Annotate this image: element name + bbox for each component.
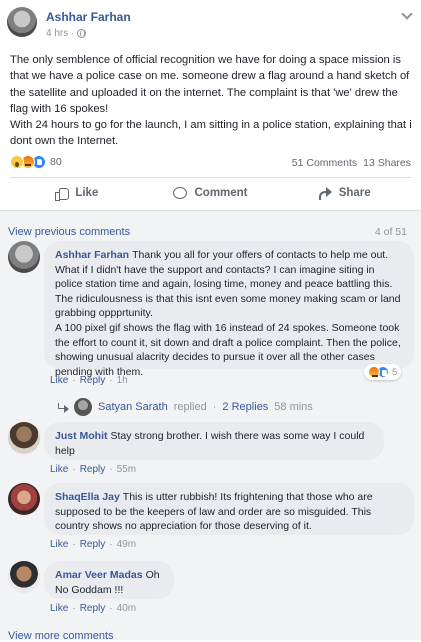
comments-count-link[interactable]: 51 Comments: [292, 157, 357, 169]
comment-bubble: Amar Veer Madas Oh No Goddam !!!: [44, 561, 174, 599]
reply-count-link[interactable]: 2 Replies: [222, 401, 268, 413]
post-action-bar: Like Comment Share: [10, 177, 411, 207]
reply-separator: ·: [212, 401, 217, 413]
shares-count-link[interactable]: 13 Shares: [363, 157, 411, 169]
comment-icon: [173, 186, 188, 199]
comment-counter: 4 of 51: [374, 226, 407, 238]
post-card: Ashhar Farhan 4 hrs · The only semblence…: [0, 0, 421, 205]
chevron-down-icon[interactable]: [401, 8, 413, 20]
post-timestamp[interactable]: 4 hrs ·: [46, 28, 74, 39]
comment-actions: Like · Reply · 55m: [50, 464, 137, 475]
comment-reply-link[interactable]: Reply: [80, 464, 106, 475]
avatar[interactable]: [8, 561, 40, 593]
comment-author-name[interactable]: Amar Veer Madas: [55, 569, 143, 581]
reply-timestamp: 58 mins: [274, 401, 313, 413]
comment-timestamp[interactable]: 49m: [117, 539, 136, 550]
comment-reaction-count: 5: [392, 366, 398, 378]
comment-timestamp[interactable]: 1h: [117, 375, 128, 386]
avatar[interactable]: [8, 483, 40, 515]
reply-replied-text: replied: [173, 401, 207, 413]
post-body-text: The only semblence of official recogniti…: [10, 54, 412, 148]
comment-timestamp[interactable]: 40m: [117, 603, 136, 614]
post-author-name[interactable]: Ashhar Farhan: [46, 10, 131, 24]
comment-actions: Like · Reply · 1h: [50, 375, 128, 386]
comment-actions: Like · Reply · 40m: [50, 603, 137, 614]
comment-author-name[interactable]: Ashhar Farhan: [55, 249, 129, 261]
comment-reply-link[interactable]: Reply: [80, 603, 106, 614]
share-button-label: Share: [338, 186, 371, 199]
comment-bubble: Just Mohit Stay strong brother. I wish th…: [44, 422, 384, 460]
comment-like-link[interactable]: Like: [50, 603, 68, 614]
comment-reactions[interactable]: 5: [364, 364, 402, 380]
comment-bubble: Ashhar Farhan Thank you all for your offe…: [44, 241, 414, 378]
wow-reaction-icon: [10, 155, 24, 169]
comment-reply-link[interactable]: Reply: [80, 375, 106, 386]
comment-like-link[interactable]: Like: [50, 464, 68, 475]
comment-like-link[interactable]: Like: [50, 375, 68, 386]
reaction-count: 80: [50, 156, 62, 168]
view-previous-comments-link[interactable]: View previous comments: [8, 226, 130, 238]
angry-reaction-icon: [368, 366, 380, 378]
comment-reply-link[interactable]: Reply: [80, 539, 106, 550]
comment-like-link[interactable]: Like: [50, 539, 68, 550]
like-icon: [55, 187, 70, 201]
view-more-comments-link[interactable]: View more comments: [8, 630, 114, 642]
comments-section: View previous comments 4 of 51 Ashhar Fa…: [0, 210, 421, 642]
avatar: [74, 398, 92, 416]
avatar[interactable]: [8, 241, 40, 273]
comment-timestamp[interactable]: 55m: [117, 464, 136, 475]
comment-author-name[interactable]: Just Mohit: [55, 430, 108, 442]
share-button[interactable]: Share: [277, 178, 411, 207]
comment-bubble: ShaqElla Jay This is utter rubbish! Its f…: [44, 483, 414, 535]
comment-author-name[interactable]: ShaqElla Jay: [55, 491, 120, 503]
avatar[interactable]: [8, 422, 40, 454]
comment-button-label: Comment: [194, 186, 248, 199]
like-button-label: Like: [75, 186, 99, 199]
comment-button[interactable]: Comment: [144, 178, 278, 207]
reply-author-name[interactable]: Satyan Sarath: [98, 401, 168, 413]
reply-arrow-icon: [58, 402, 69, 413]
post-reactions[interactable]: 80: [10, 155, 62, 169]
post-stats: 51 Comments 13 Shares: [292, 157, 411, 169]
share-icon: [318, 186, 332, 200]
post-author-avatar[interactable]: [7, 7, 37, 37]
like-button[interactable]: Like: [10, 178, 144, 207]
comment-actions: Like · Reply · 49m: [50, 539, 137, 550]
post-meta: 4 hrs ·: [46, 28, 87, 39]
comment-text: Thank you all for your offers of contact…: [55, 249, 401, 378]
reply-thread-link[interactable]: Satyan Sarath replied · 2 Replies 58 min…: [58, 398, 313, 416]
globe-icon: [77, 29, 87, 38]
